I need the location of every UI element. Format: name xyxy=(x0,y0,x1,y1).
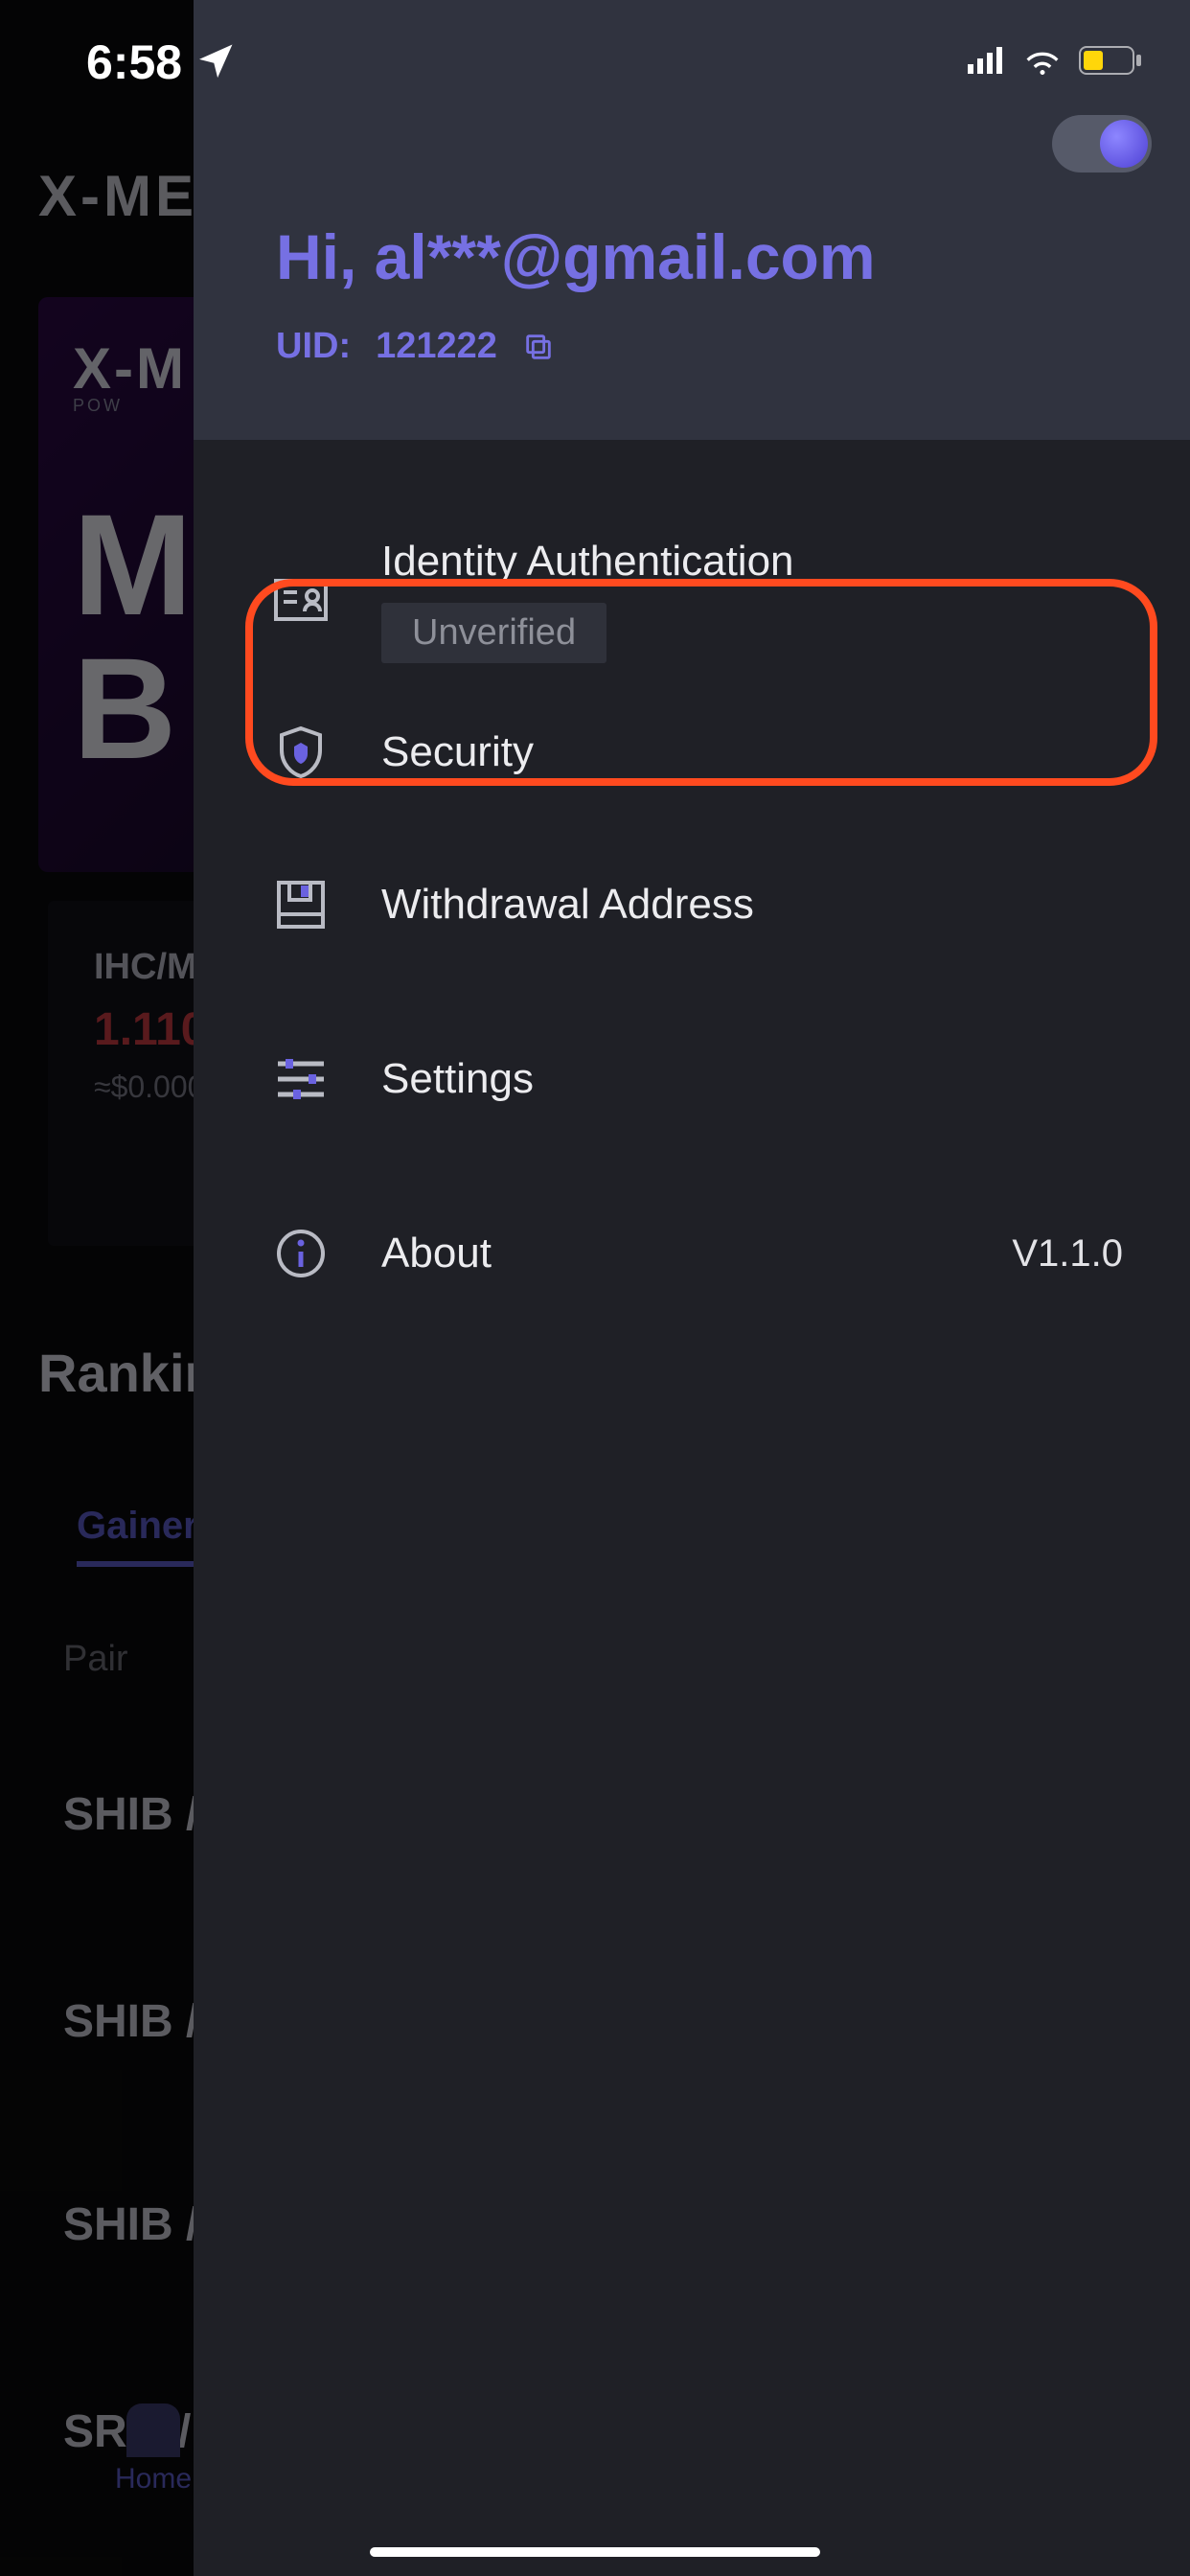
menu-label: Settings xyxy=(381,1055,1123,1103)
home-indicator[interactable] xyxy=(370,2547,820,2557)
menu-about[interactable]: About V1.1.0 xyxy=(194,1166,1190,1341)
location-icon xyxy=(199,43,234,82)
menu-withdrawal-address[interactable]: Withdrawal Address xyxy=(194,817,1190,992)
battery-icon xyxy=(1079,46,1142,80)
copy-icon[interactable] xyxy=(522,331,555,363)
greeting-text: Hi, al***@gmail.com xyxy=(276,220,1108,293)
id-card-icon xyxy=(270,579,332,621)
uid-row: UID: 121222 xyxy=(276,326,1108,367)
shield-icon xyxy=(270,725,332,779)
moon-icon xyxy=(1100,120,1148,168)
uid-label: UID: xyxy=(276,326,351,367)
menu-settings[interactable]: Settings xyxy=(194,992,1190,1166)
menu-identity-authentication[interactable]: Identity Authentication Unverified xyxy=(194,513,1190,687)
info-icon xyxy=(270,1229,332,1278)
wifi-icon xyxy=(1023,46,1062,80)
status-badge: Unverified xyxy=(381,603,606,663)
menu-label: Withdrawal Address xyxy=(381,881,1123,929)
menu-text: Identity Authentication Unverified xyxy=(381,538,1123,663)
sliders-icon xyxy=(270,1056,332,1102)
cellular-icon xyxy=(968,47,1006,79)
drawer-body: Identity Authentication Unverified Secur… xyxy=(194,440,1190,2576)
menu-security[interactable]: Security xyxy=(194,687,1190,817)
menu-label: Security xyxy=(381,728,1123,776)
profile-drawer: Hi, al***@gmail.com UID: 121222 xyxy=(194,0,1190,2576)
save-icon xyxy=(270,880,332,930)
uid-value: 121222 xyxy=(376,326,497,367)
menu-label: Identity Authentication xyxy=(381,538,1123,586)
menu-label: About xyxy=(381,1230,962,1277)
status-bar: 6:58 xyxy=(0,0,1190,125)
status-time: 6:58 xyxy=(86,34,182,90)
version-text: V1.1.0 xyxy=(1012,1232,1123,1276)
